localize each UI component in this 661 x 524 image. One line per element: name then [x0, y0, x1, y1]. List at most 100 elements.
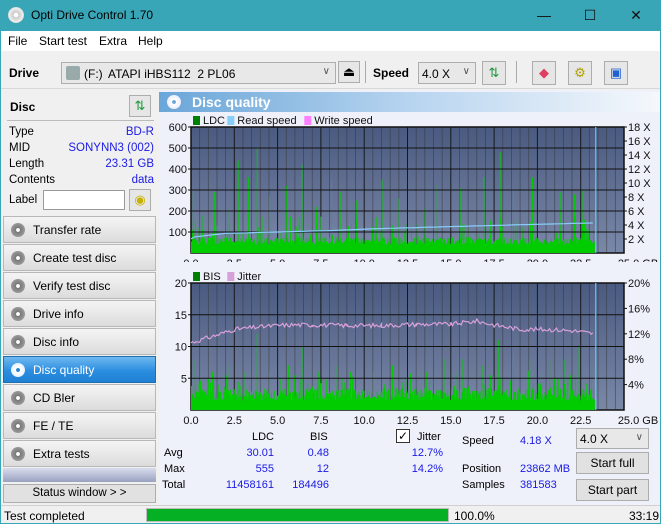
gears-icon: ⚙ [574, 65, 586, 80]
drive-name: ATAPI iHBS112 2 PL06 [108, 67, 236, 81]
disc-row-type: Type BD-R [9, 126, 154, 138]
test-speed-value: 4.0 X [580, 432, 609, 446]
status-window-button[interactable]: Status window > > [3, 484, 156, 503]
eject-button[interactable]: ⏏ [338, 61, 360, 83]
x-tick-label: 20.0 [527, 415, 548, 426]
legend-label: BIS [203, 271, 221, 283]
y2-tick-label: 16% [628, 303, 650, 315]
x-tick-label: 12.5 [397, 258, 418, 262]
y2-tick-label: 16 X [628, 136, 651, 148]
x-tick-label: 25.0 GB [618, 415, 658, 426]
nav-create-test-disc[interactable]: Create test disc [3, 244, 156, 271]
menu-file[interactable]: File [8, 34, 27, 48]
toolbar: Drive (F:) ATAPI iHBS112 2 PL06 ∨ ⏏ Spee… [1, 51, 660, 89]
cd-bler-icon [11, 391, 25, 405]
disc-quality-panel: Disc quality 100 200 300 400 500 600 2 X 4 X 6 X… [159, 90, 660, 505]
position-label: Position [462, 463, 502, 475]
length-value: 23.31 GB [105, 158, 154, 170]
minimize-button[interactable]: — [521, 0, 567, 31]
save-button[interactable]: ▣ [604, 61, 628, 85]
chevron-down-icon: ∨ [462, 66, 470, 77]
y-tick-label: 15 [175, 310, 187, 322]
x-tick-label: 5.0 [270, 415, 285, 426]
avg-jitter: 12.7% [411, 447, 443, 459]
start-part-button[interactable]: Start part [576, 479, 649, 501]
jitter-checkbox[interactable]: ✓ [396, 429, 410, 443]
erase-button[interactable]: ◆ [532, 61, 556, 85]
app-window: Opti Drive Control 1.70 — ☐ ✕ File Start… [1, 0, 660, 523]
create-disc-icon [11, 251, 25, 265]
divider [7, 120, 154, 121]
samples-label: Samples [462, 479, 505, 491]
nav-drive-info[interactable]: Drive info [3, 300, 156, 327]
disc-quality-icon [167, 95, 181, 109]
app-disc-icon [8, 7, 24, 23]
disc-row-length: Length 23.31 GB [9, 158, 154, 170]
x-tick-label: 2.5 [227, 415, 242, 426]
nav-label: CD Bler [33, 391, 76, 405]
nav-fe-te[interactable]: FE / TE [3, 412, 156, 439]
speed-stat-value: 4.18 X [520, 435, 552, 447]
nav-verify-test-disc[interactable]: Verify test disc [3, 272, 156, 299]
test-speed-select[interactable]: 4.0 X ∨ [576, 428, 649, 449]
floppy-icon: ▣ [609, 65, 623, 80]
close-button[interactable]: ✕ [613, 0, 659, 31]
nav-cd-bler[interactable]: CD Bler [3, 384, 156, 411]
x-tick-label: 2.5 [227, 258, 242, 262]
y2-tick-label: 12% [628, 329, 650, 341]
settings-button[interactable]: ⚙ [568, 61, 592, 85]
nav-disc-quality[interactable]: Disc quality [3, 356, 156, 383]
drive-select[interactable]: (F:) ATAPI iHBS112 2 PL06 ∨ [61, 62, 336, 84]
y-tick-label: 600 [169, 122, 187, 134]
fe-te-icon [11, 419, 25, 433]
verify-disc-icon [11, 279, 25, 293]
x-tick-label: 12.5 [397, 415, 418, 426]
legend-label: LDC [203, 115, 225, 127]
ldc-chart: 100 200 300 400 500 600 2 X 4 X 6 X 8 X 10 X 12 X 14… [169, 115, 659, 262]
jitter-label: Jitter [417, 431, 441, 443]
transfer-rate-icon [11, 223, 25, 237]
nav-label: Verify test disc [33, 279, 111, 293]
panel-title: Disc quality [192, 94, 271, 110]
contents-value: data [131, 174, 154, 186]
nav-label: Disc info [33, 335, 80, 349]
length-label: Length [9, 158, 45, 170]
menu-bar: File Start test Extra Help [1, 31, 660, 51]
x-tick-label: 10.0 [353, 258, 374, 262]
label-disc-button[interactable]: ◉ [129, 189, 151, 211]
panel-header: Disc quality [159, 92, 660, 112]
drive-info-icon [11, 307, 25, 321]
nav-extra-tests[interactable]: Extra tests [3, 440, 156, 467]
x-tick-label: 22.5 [570, 415, 591, 426]
speed-select[interactable]: 4.0 X ∨ [418, 62, 476, 84]
nav-transfer-rate[interactable]: Transfer rate [3, 216, 156, 243]
disc-header: Disc [10, 100, 36, 114]
menu-extra[interactable]: Extra [99, 34, 127, 48]
x-tick-label: 20.0 [527, 258, 548, 262]
disc-refresh-button[interactable]: ⇅ [129, 95, 151, 117]
menu-help[interactable]: Help [138, 34, 163, 48]
y-tick-label: 10 [175, 342, 187, 354]
x-tick-label: 7.5 [313, 258, 328, 262]
disc-icon: ◉ [134, 192, 146, 207]
legend-swatch [193, 116, 200, 125]
menu-start-test[interactable]: Start test [39, 34, 87, 48]
col-ldc-header: LDC [252, 431, 275, 443]
disc-row-mid: MID SONYNN3 (002) [9, 142, 154, 154]
drive-label: Drive [9, 66, 40, 80]
label-input[interactable] [43, 190, 125, 210]
total-label: Total [162, 479, 186, 491]
legend-swatch [304, 116, 312, 125]
start-full-button[interactable]: Start full [576, 452, 649, 474]
nav-disc-info[interactable]: Disc info [3, 328, 156, 355]
refresh-button[interactable]: ⇅ [482, 61, 506, 85]
total-bis: 184496 [292, 479, 329, 491]
extra-tests-icon [11, 447, 25, 461]
disc-info-panel: Disc ⇅ Type BD-R MID SONYNN3 (002) Length 2… [3, 92, 156, 216]
x-tick-label: 22.5 [570, 258, 591, 262]
title-bar: Opti Drive Control 1.70 — ☐ ✕ [1, 0, 660, 31]
maximize-button[interactable]: ☐ [567, 0, 613, 31]
y2-tick-label: 10 X [628, 178, 651, 190]
speed-select-value: 4.0 X [422, 67, 451, 81]
status-bar: Test completed 100.0% 33:19 [1, 505, 660, 523]
